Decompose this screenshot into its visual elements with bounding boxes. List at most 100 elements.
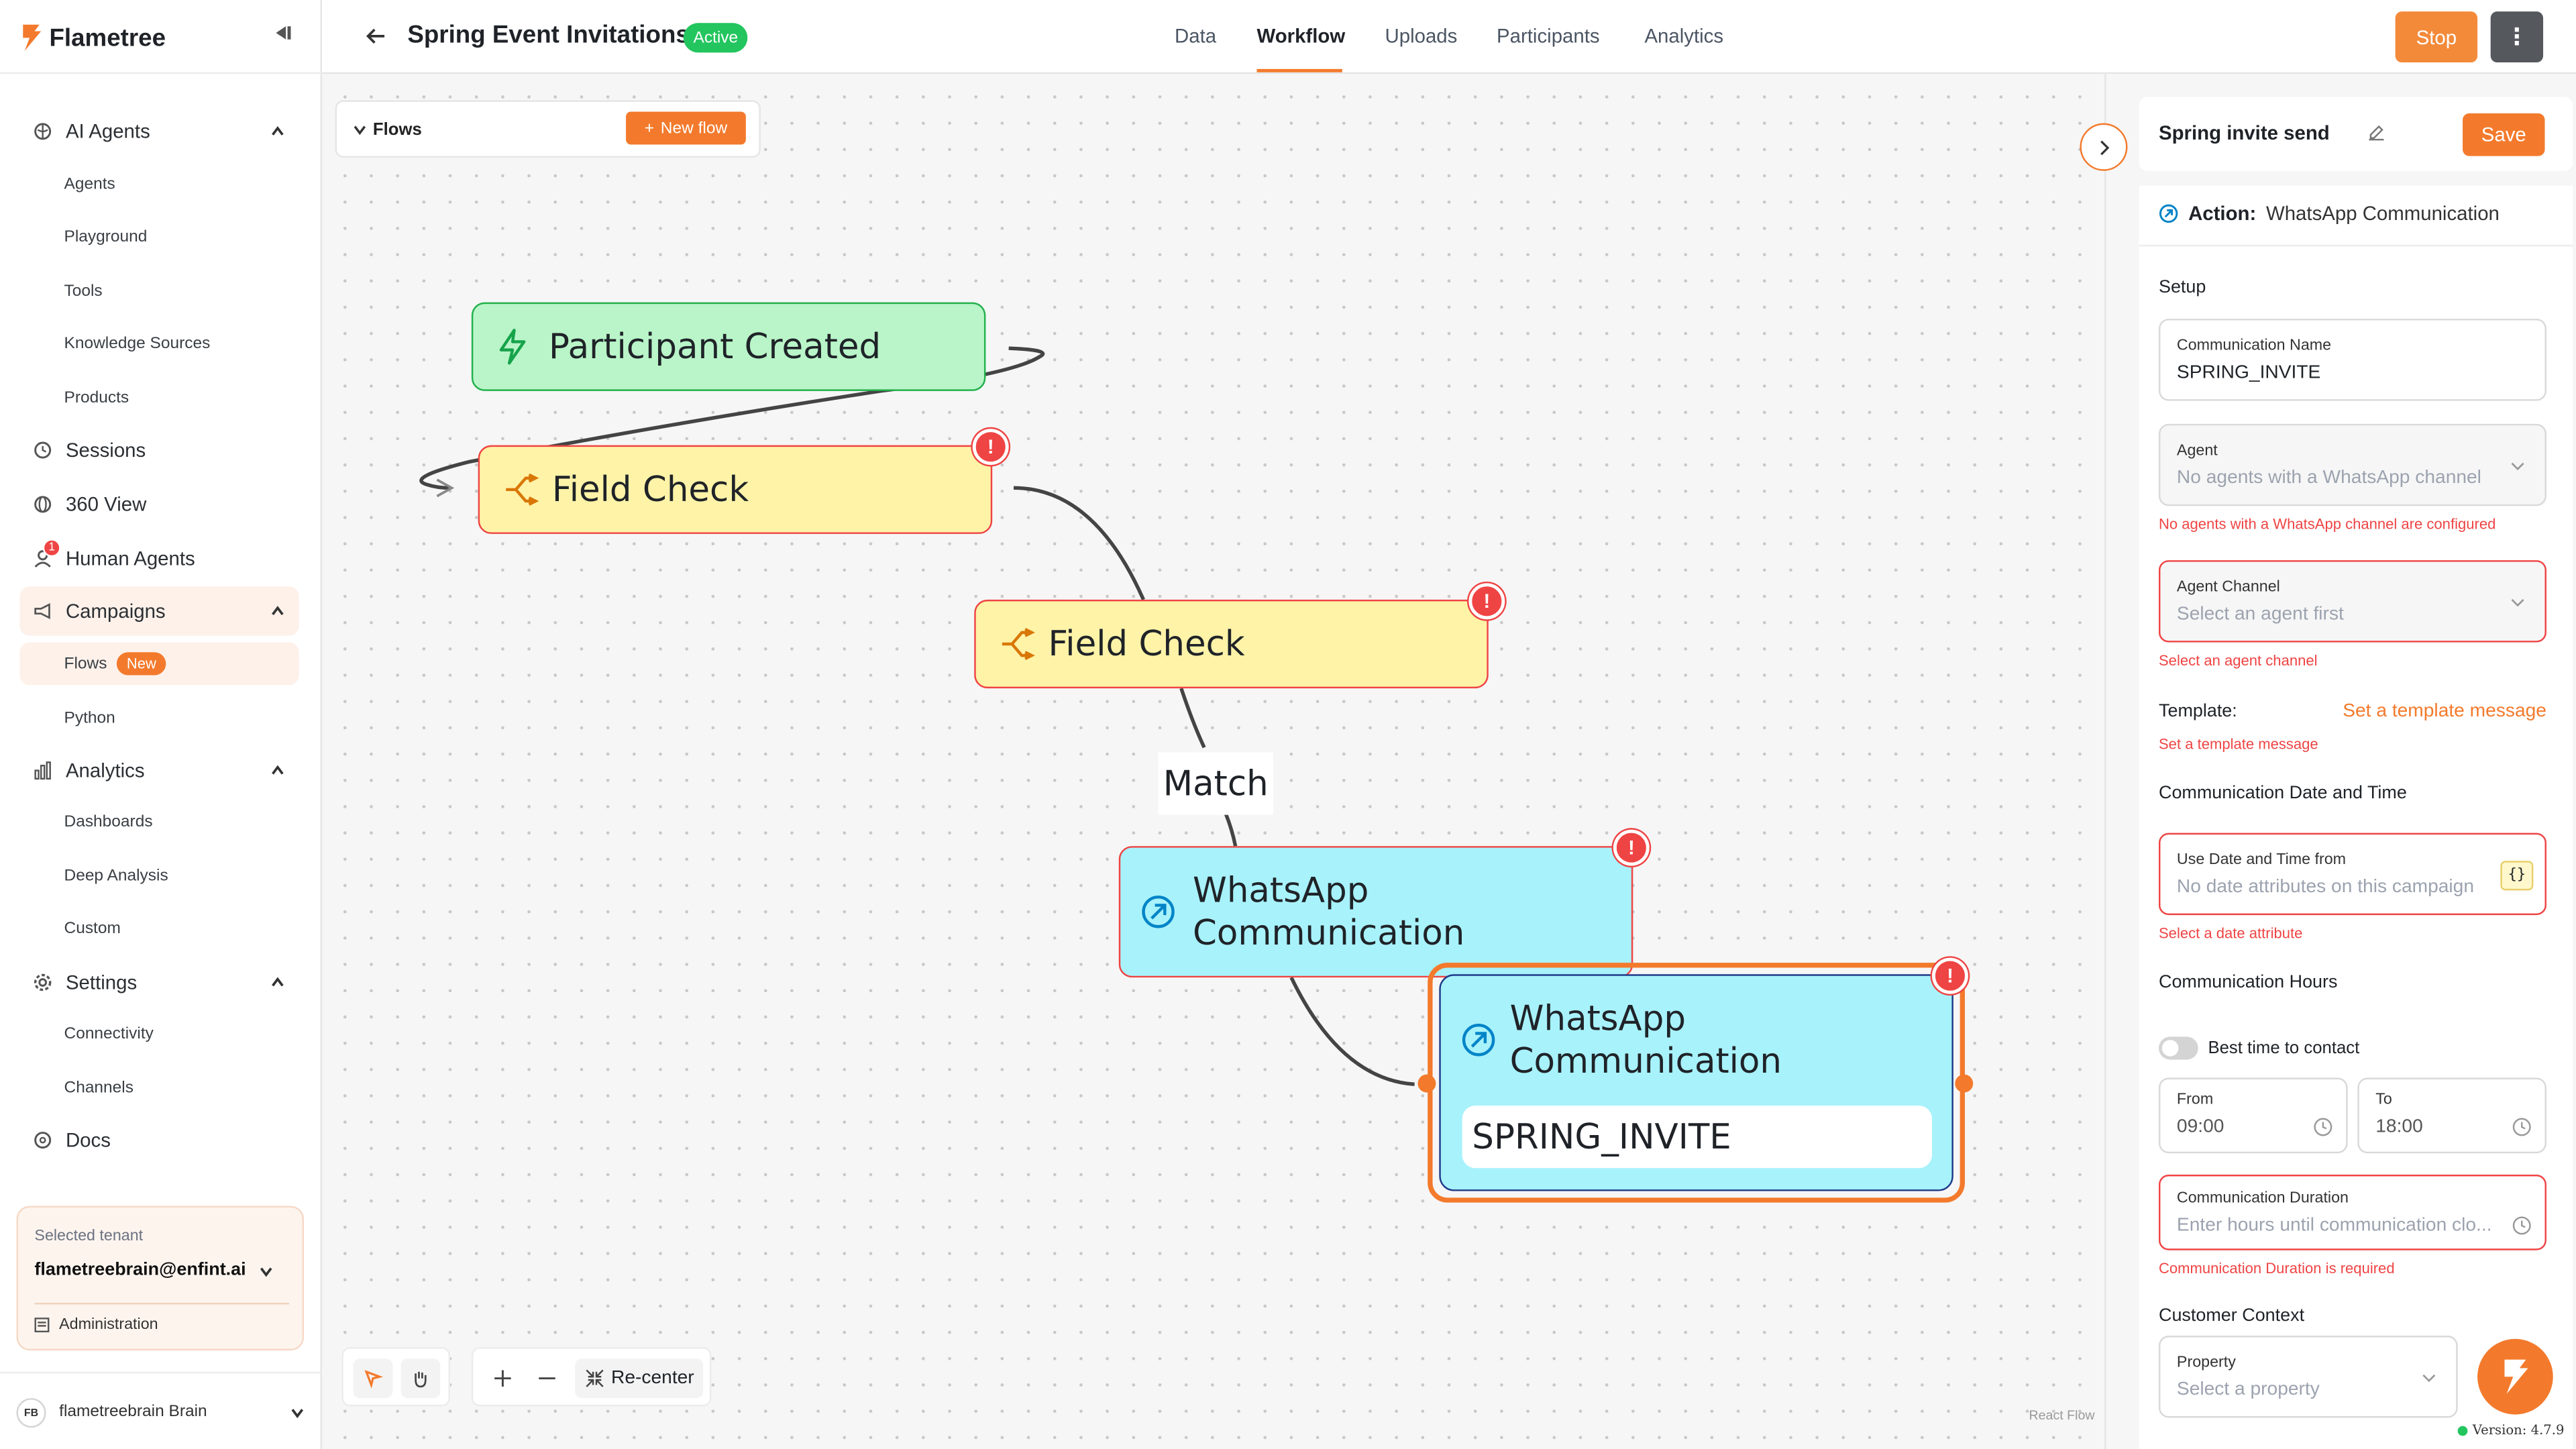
sidebar-item-human-agents[interactable]: Human Agents <box>19 534 299 583</box>
sidebar-item-connectivity[interactable]: Connectivity <box>19 1012 299 1055</box>
divider <box>34 1303 290 1305</box>
communication-name-field[interactable]: Communication Name SPRING_INVITE <box>2158 319 2546 401</box>
agent-select[interactable]: Agent No agents with a WhatsApp channel <box>2158 423 2546 506</box>
sidebar-item-channels[interactable]: Channels <box>19 1066 299 1109</box>
chevron-down-icon[interactable] <box>354 123 367 137</box>
setup-heading: Setup <box>2158 277 2206 298</box>
node-whatsapp-communication-2[interactable]: WhatsApp Communication SPRING_INVITE <box>1439 974 1953 1191</box>
sidebar-item-dashboards[interactable]: Dashboards <box>19 800 299 843</box>
sidebar-item-docs[interactable]: Docs <box>19 1116 299 1165</box>
sidebar-item-custom[interactable]: Custom <box>19 907 299 950</box>
send-arrow-icon <box>2159 204 2178 223</box>
property-select[interactable]: Property Select a property <box>2158 1336 2458 1418</box>
template-label: Template: <box>2158 701 2237 722</box>
edge-check2-to-whatsapp1 <box>1179 688 1206 749</box>
stop-button[interactable]: Stop <box>2395 11 2478 63</box>
panel-header: Spring invite send Save <box>2139 97 2573 171</box>
node-field-check-2[interactable]: Field Check <box>974 599 1489 689</box>
tab-analytics[interactable]: Analytics <box>1644 25 1723 48</box>
clock-icon <box>2512 1118 2531 1136</box>
sidebar-item-products[interactable]: Products <box>19 376 299 419</box>
to-time-field[interactable]: To 18:00 <box>2357 1077 2546 1154</box>
gear-icon <box>33 973 52 992</box>
sidebar-item-tools[interactable]: Tools <box>19 270 299 313</box>
communication-duration-field[interactable]: Communication Duration Enter hours until… <box>2158 1175 2546 1250</box>
sidebar-item-playground[interactable]: Playground <box>19 215 299 258</box>
send-arrow-icon <box>1462 1023 1495 1057</box>
template-row: Template: Set a template message <box>2159 702 2546 721</box>
sidebar-item-deep-analysis[interactable]: Deep Analysis <box>19 854 299 897</box>
error-icon[interactable]: ! <box>1613 829 1650 866</box>
collapse-sidebar-icon[interactable] <box>273 21 296 44</box>
node-participant-created[interactable]: Participant Created <box>471 302 986 391</box>
sidebar-item-campaigns[interactable]: Campaigns <box>19 586 299 636</box>
recenter-button[interactable]: Re-center <box>575 1358 704 1399</box>
page-title: Spring Event Invitations <box>407 21 690 50</box>
set-template-link[interactable]: Set a template message <box>2343 702 2546 721</box>
agent-channel-select[interactable]: Agent Channel Select an agent first <box>2158 560 2546 643</box>
brand-logo[interactable]: Flametree <box>19 19 166 56</box>
toggle-panel-button[interactable] <box>2080 123 2128 171</box>
sidebar-item-360-view[interactable]: 360 View <box>19 480 299 529</box>
edge-match-to-whatsapp1 <box>1224 812 1238 847</box>
error-icon[interactable]: ! <box>1932 957 1968 994</box>
react-flow-attribution[interactable]: React Flow <box>2029 1408 2095 1423</box>
pan-tool-button[interactable] <box>400 1358 441 1399</box>
sidebar-item-analytics[interactable]: Analytics <box>19 746 299 795</box>
node-settings-panel: Spring invite send Save Action: WhatsApp… <box>2104 74 2576 1449</box>
assistant-fab[interactable] <box>2477 1338 2553 1415</box>
tab-participants[interactable]: Participants <box>1497 25 1600 48</box>
tenant-selector[interactable]: Selected tenant flametreebrain@enfint.ai… <box>16 1205 305 1351</box>
chevron-down-icon[interactable] <box>258 1263 274 1279</box>
pencil-icon[interactable] <box>2367 123 2385 142</box>
edge-whatsapp1-to-whatsapp2 <box>1289 976 1415 1087</box>
user-menu[interactable]: FB flametreebrain Brain <box>0 1371 323 1449</box>
tab-workflow[interactable]: Workflow <box>1256 25 1345 48</box>
hours-heading: Communication Hours <box>2158 972 2338 993</box>
divider <box>0 72 323 74</box>
sidebar-item-sessions[interactable]: Sessions <box>19 425 299 474</box>
sidebar-item-python[interactable]: Python <box>19 696 299 739</box>
status-dot <box>2457 1425 2468 1436</box>
new-badge: New <box>117 652 166 676</box>
sidebar-item-settings[interactable]: Settings <box>19 958 299 1007</box>
from-time-field[interactable]: From 09:00 <box>2158 1077 2348 1154</box>
branch-icon <box>1002 627 1035 661</box>
input-handle[interactable] <box>1417 1074 1436 1093</box>
back-arrow-icon[interactable] <box>365 25 388 48</box>
zoom-in-button[interactable] <box>483 1358 523 1399</box>
best-time-toggle[interactable] <box>2158 1036 2198 1060</box>
use-datetime-field[interactable]: Use Date and Time from No date attribute… <box>2158 833 2546 916</box>
administration-link[interactable]: Administration <box>34 1316 158 1334</box>
save-button[interactable]: Save <box>2463 113 2545 156</box>
branch-icon <box>506 473 539 506</box>
select-tool-button[interactable] <box>353 1358 393 1399</box>
workflow-canvas[interactable]: Flows + New flow Participant Created Fie… <box>322 74 2103 1449</box>
top-header: Spring Event Invitations Active Data Wor… <box>322 0 2576 74</box>
sidebar: Flametree AI Agents Agents Playground To… <box>0 0 323 1449</box>
edge-label-match: Match <box>1158 752 1273 815</box>
node-whatsapp-communication-1[interactable]: WhatsApp Communication <box>1118 846 1633 978</box>
new-flow-button[interactable]: + New flow <box>626 111 746 145</box>
sidebar-item-ai-agents[interactable]: AI Agents <box>19 107 299 156</box>
chevron-up-icon <box>272 977 284 987</box>
sidebar-item-agents[interactable]: Agents <box>19 162 299 205</box>
variable-braces-button[interactable]: {} <box>2500 861 2534 891</box>
node-field-check-1[interactable]: Field Check <box>478 445 993 534</box>
sidebar-item-knowledge-sources[interactable]: Knowledge Sources <box>19 322 299 365</box>
sidebar-item-flows[interactable]: Flows New <box>19 642 299 686</box>
tab-data[interactable]: Data <box>1175 25 1216 48</box>
channel-error: Select an agent channel <box>2158 652 2318 669</box>
datetime-heading: Communication Date and Time <box>2158 784 2407 804</box>
output-handle[interactable] <box>1955 1074 1974 1093</box>
tab-uploads[interactable]: Uploads <box>1385 25 1458 48</box>
globe-icon <box>33 494 52 514</box>
panel-title[interactable]: Spring invite send <box>2159 121 2330 144</box>
tenant-label: Selected tenant <box>34 1227 144 1246</box>
error-icon[interactable]: ! <box>1468 583 1505 620</box>
notification-badge: 1 <box>42 539 61 557</box>
megaphone-icon <box>33 601 52 621</box>
zoom-out-button[interactable] <box>527 1358 567 1399</box>
error-icon[interactable]: ! <box>972 429 1009 466</box>
more-options-button[interactable]: ⋮ <box>2490 11 2544 63</box>
